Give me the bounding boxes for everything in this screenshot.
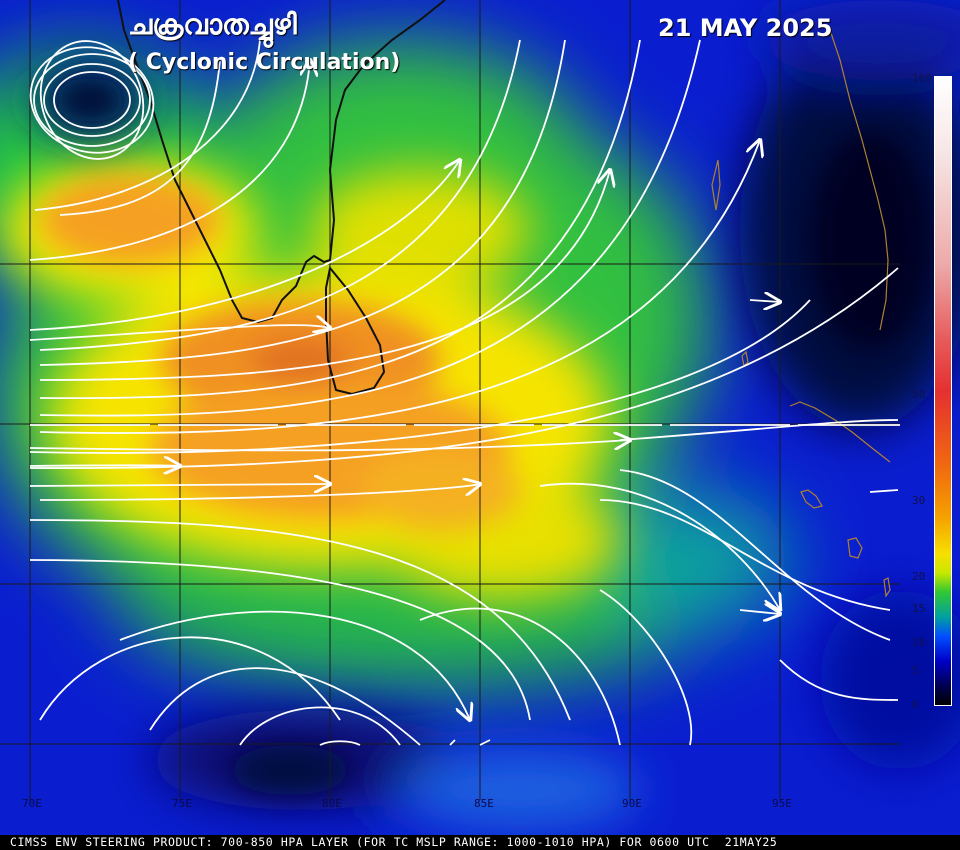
colorbar-label-30: 30 xyxy=(912,494,926,507)
steering-map-figure: ചക്രവാതച്ചുഴി ( Cyclonic Circulation) 21… xyxy=(0,0,960,850)
colorbar-label-20: 20 xyxy=(912,570,926,583)
lon-label-85e: 85E xyxy=(474,797,494,810)
colorbar-label-5: 5 xyxy=(912,664,919,677)
colorbar-label-10: 10 xyxy=(912,636,926,649)
colorbar-label-100: 100 xyxy=(912,72,932,85)
colorbar-label-15: 15 xyxy=(912,602,926,615)
map-canvas xyxy=(0,0,960,835)
lon-label-90e: 90E xyxy=(622,797,642,810)
footer-caption: CIMSS ENV STEERING PRODUCT: 700-850 HPA … xyxy=(10,835,778,849)
footer-bar: CIMSS ENV STEERING PRODUCT: 700-850 HPA … xyxy=(0,835,960,850)
title-malayalam: ചക്രവാതച്ചുഴി xyxy=(128,8,297,41)
lon-label-80e: 80E xyxy=(322,797,342,810)
colorbar-label-0: 0 xyxy=(912,698,919,711)
lon-label-70e: 70E xyxy=(22,797,42,810)
lon-label-95e: 95E xyxy=(772,797,792,810)
colorbar-label-50: 50 xyxy=(912,388,926,401)
colorbar xyxy=(934,76,952,706)
lon-label-75e: 75E xyxy=(172,797,192,810)
title-english: ( Cyclonic Circulation) xyxy=(128,50,401,75)
date-label: 21 MAY 2025 xyxy=(658,14,833,42)
